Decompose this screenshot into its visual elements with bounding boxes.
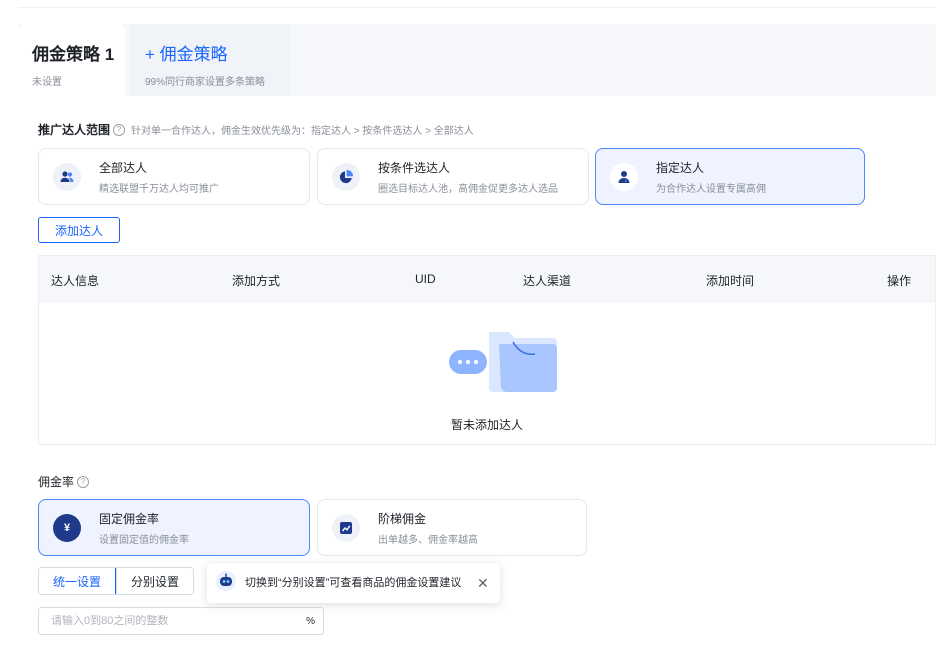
trend-chart-icon xyxy=(332,513,360,542)
tab-subtitle: 未设置 xyxy=(32,77,62,88)
tooltip-text: 切换到“分别设置”可查看商品的佣金设置建议 xyxy=(245,576,462,589)
unified-setting-tab[interactable]: 统一设置 xyxy=(39,568,118,594)
suggestion-tooltip: 切换到“分别设置”可查看商品的佣金设置建议 ✕ xyxy=(207,563,500,603)
yen-icon: ¥ xyxy=(53,513,81,542)
column-header: 达人渠道 xyxy=(523,274,572,288)
card-desc: 出单越多、佣金率越高 xyxy=(378,534,478,546)
empty-state-text: 暂未添加达人 xyxy=(450,418,523,432)
user-icon xyxy=(610,162,638,191)
users-icon xyxy=(53,162,81,191)
column-header: UID xyxy=(415,272,436,286)
help-icon[interactable]: ? xyxy=(113,123,126,136)
influencer-table: 达人信息 添加方式 UID 达人渠道 添加时间 操作 暂未添加达人 xyxy=(38,255,936,445)
strategy-tabs: 佣金策略 1 未设置 + 佣金策略 99%同行商家设置多条策略 xyxy=(18,24,936,96)
commission-section-label: 佣金率 ? xyxy=(38,473,90,490)
scope-hint: 针对单一合作达人，佣金生效优先级为：指定达人 > 按条件选达人 > 全部达人 xyxy=(131,126,474,137)
scope-option-conditional[interactable]: 按条件选达人 圈选目标达人池，高佣金促更多达人选品 xyxy=(317,148,589,205)
commission-rate-field: % xyxy=(38,607,324,635)
card-title: 指定达人 xyxy=(656,160,705,175)
setting-mode-toggle: 统一设置 分别设置 xyxy=(38,567,195,595)
card-desc: 设置固定值的佣金率 xyxy=(99,534,189,546)
commission-option-fixed[interactable]: ¥ 固定佣金率 设置固定值的佣金率 xyxy=(38,499,310,556)
tab-subtitle: 99%同行商家设置多条策略 xyxy=(145,77,266,88)
commission-label: 佣金率 xyxy=(38,475,75,489)
card-desc: 为合作达人设置专属高佣 xyxy=(656,183,766,195)
percent-suffix: % xyxy=(306,615,315,627)
help-icon[interactable]: ? xyxy=(77,475,90,488)
card-desc: 精选联盟千万达人均可推广 xyxy=(99,183,219,195)
add-influencer-button[interactable]: 添加达人 xyxy=(38,217,120,243)
column-header: 操作 xyxy=(887,274,912,288)
top-strip xyxy=(18,0,936,8)
tab-strategy-1[interactable]: 佣金策略 1 未设置 xyxy=(18,24,125,96)
scope-option-all[interactable]: 全部达人 精选联盟千万达人均可推广 xyxy=(38,148,310,205)
column-header: 达人信息 xyxy=(51,274,100,288)
add-strategy-tab[interactable]: + 佣金策略 99%同行商家设置多条策略 xyxy=(131,24,291,96)
table-header: 达人信息 添加方式 UID 达人渠道 添加时间 操作 xyxy=(39,256,935,303)
pie-chart-icon xyxy=(332,162,360,191)
card-title: 全部达人 xyxy=(99,160,148,175)
close-icon[interactable]: ✕ xyxy=(477,575,489,592)
card-title: 固定佣金率 xyxy=(99,511,160,526)
card-title: 按条件选达人 xyxy=(378,160,451,175)
scope-label: 推广达人范围 xyxy=(38,123,111,137)
tab-title: 佣金策略 1 xyxy=(32,45,115,64)
column-header: 添加时间 xyxy=(706,274,755,288)
card-title: 阶梯佣金 xyxy=(378,511,427,526)
scope-section-label: 推广达人范围 ? 针对单一合作达人，佣金生效优先级为：指定达人 > 按条件选达人… xyxy=(38,121,474,138)
separate-setting-tab[interactable]: 分别设置 xyxy=(116,568,194,594)
tab-title: + 佣金策略 xyxy=(145,45,228,64)
empty-folder-illustration xyxy=(447,326,557,396)
scope-option-specified[interactable]: 指定达人 为合作达人设置专属高佣 xyxy=(595,148,865,205)
column-header: 添加方式 xyxy=(232,274,281,288)
commission-option-tiered[interactable]: 阶梯佣金 出单越多、佣金率越高 xyxy=(317,499,587,556)
card-desc: 圈选目标达人池，高佣金促更多达人选品 xyxy=(378,183,558,195)
commission-rate-input[interactable] xyxy=(51,615,307,627)
robot-icon xyxy=(215,570,237,597)
